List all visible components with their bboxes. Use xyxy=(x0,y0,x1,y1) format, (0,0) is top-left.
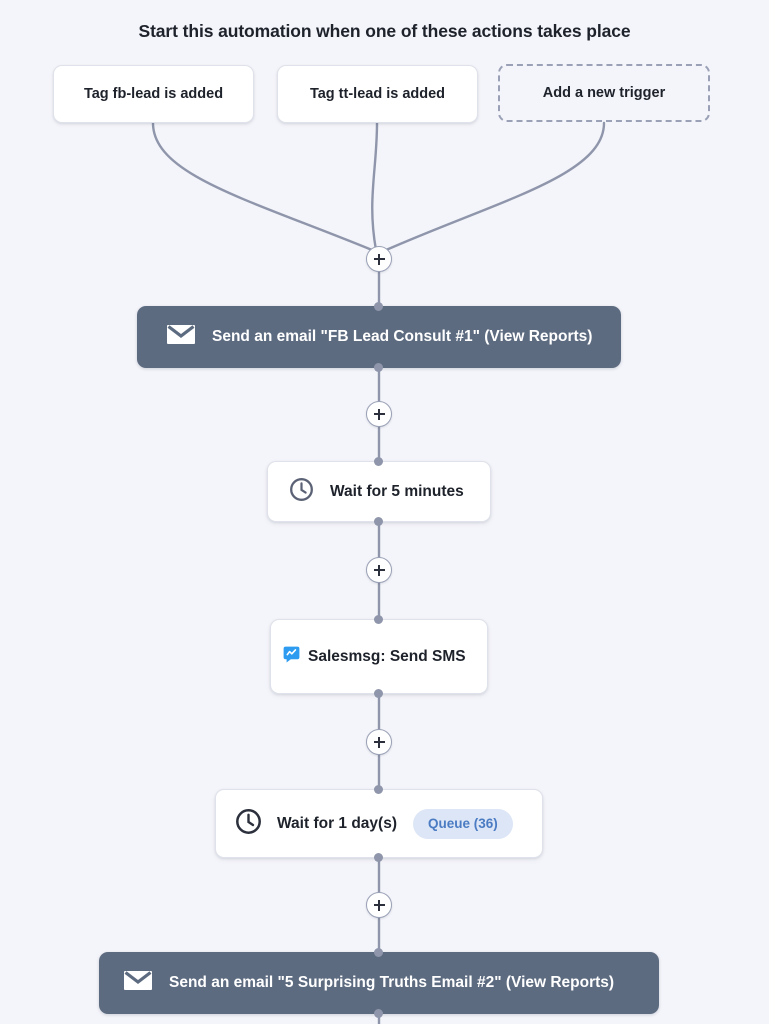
salesmsg-icon xyxy=(283,646,300,668)
add-step-after-email-1-button[interactable] xyxy=(366,401,392,427)
connector-dot xyxy=(374,1009,383,1018)
connector-dot xyxy=(374,785,383,794)
trigger-label: Add a new trigger xyxy=(542,85,666,101)
envelope-icon xyxy=(124,970,152,996)
step-card-salesmsg-sms[interactable]: Salesmsg: Send SMS xyxy=(270,619,488,694)
connector-dot xyxy=(374,615,383,624)
step-card-wait-1-day[interactable]: Wait for 1 day(s) Queue (36) xyxy=(215,789,543,858)
wire-trigger-2 xyxy=(371,121,379,252)
step-label: Wait for 1 day(s) xyxy=(277,814,397,832)
step-card-email-1[interactable]: Send an email "FB Lead Consult #1" (View… xyxy=(137,306,621,368)
trigger-label: Tag tt-lead is added xyxy=(309,86,446,102)
add-step-after-sms-button[interactable] xyxy=(366,729,392,755)
connector-dot xyxy=(374,689,383,698)
step-label: Send an email "5 Surprising Truths Email… xyxy=(169,974,615,991)
step-card-wait-5-minutes[interactable]: Wait for 5 minutes xyxy=(267,461,491,522)
add-step-after-triggers-button[interactable] xyxy=(366,246,392,272)
wire-trigger-3 xyxy=(384,121,606,252)
step-label: Wait for 5 minutes xyxy=(330,482,464,500)
clock-icon xyxy=(235,808,262,840)
trigger-card-tt-lead[interactable]: Tag tt-lead is added xyxy=(277,65,478,123)
automation-canvas: Start this automation when one of these … xyxy=(0,0,769,1024)
step-label: Send an email "FB Lead Consult #1" (View… xyxy=(212,328,593,345)
connector-dot xyxy=(374,302,383,311)
step-card-email-2[interactable]: Send an email "5 Surprising Truths Email… xyxy=(99,952,659,1014)
trigger-card-add-new[interactable]: Add a new trigger xyxy=(498,64,710,122)
connector-dot xyxy=(374,853,383,862)
queue-badge[interactable]: Queue (36) xyxy=(413,808,513,839)
page-title: Start this automation when one of these … xyxy=(138,21,631,41)
trigger-card-fb-lead[interactable]: Tag fb-lead is added xyxy=(53,65,254,123)
wire-trigger-1 xyxy=(151,121,374,252)
step-label: Salesmsg: Send SMS xyxy=(308,647,466,665)
connector-dot xyxy=(374,457,383,466)
envelope-icon xyxy=(167,324,195,350)
add-step-after-wait-1d-button[interactable] xyxy=(366,892,392,918)
add-step-after-wait-5m-button[interactable] xyxy=(366,557,392,583)
connector-dot xyxy=(374,363,383,372)
clock-icon xyxy=(289,477,314,507)
trigger-label: Tag fb-lead is added xyxy=(83,86,224,102)
connector-dot xyxy=(374,517,383,526)
connector-dot xyxy=(374,948,383,957)
